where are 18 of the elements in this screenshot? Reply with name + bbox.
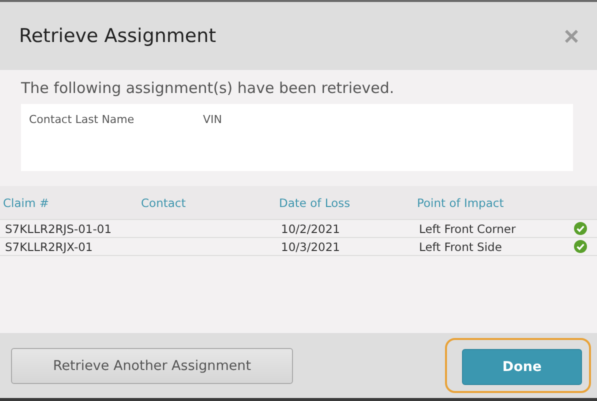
column-header: Point of Impact [417,196,505,210]
table-cell-text: Left Front Side [419,240,503,254]
done-button[interactable]: Done [462,349,582,385]
table-cell-text: Left Front Corner [419,222,517,236]
column-header: Claim # [3,196,50,210]
table-cell-text: S7KLLR2RJX-01 [5,240,94,254]
table-row[interactable]: S7KLLR2RJX-01 10/3/2021 Left Front Side [0,238,597,256]
column-header: Contact [141,196,187,210]
message-text: The following assignment(s) have been retrieved. [20,78,396,99]
table-row[interactable]: S7KLLR2RJS-01-01 10/2/2021 Left Front Corner [0,220,597,238]
retrieve-another-button[interactable]: Retrieve Another Assignment [11,348,293,384]
table-cell-text: 10/3/2021 [281,240,341,254]
criteria-label: VIN [203,113,222,126]
table-cell-text: S7KLLR2RJS-01-01 [5,222,113,236]
criteria-label: Contact Last Name [29,113,136,126]
table-cell-text: 10/2/2021 [281,222,341,236]
dialog-title: Retrieve Assignment [19,25,216,47]
column-header: Date of Loss [279,196,352,210]
